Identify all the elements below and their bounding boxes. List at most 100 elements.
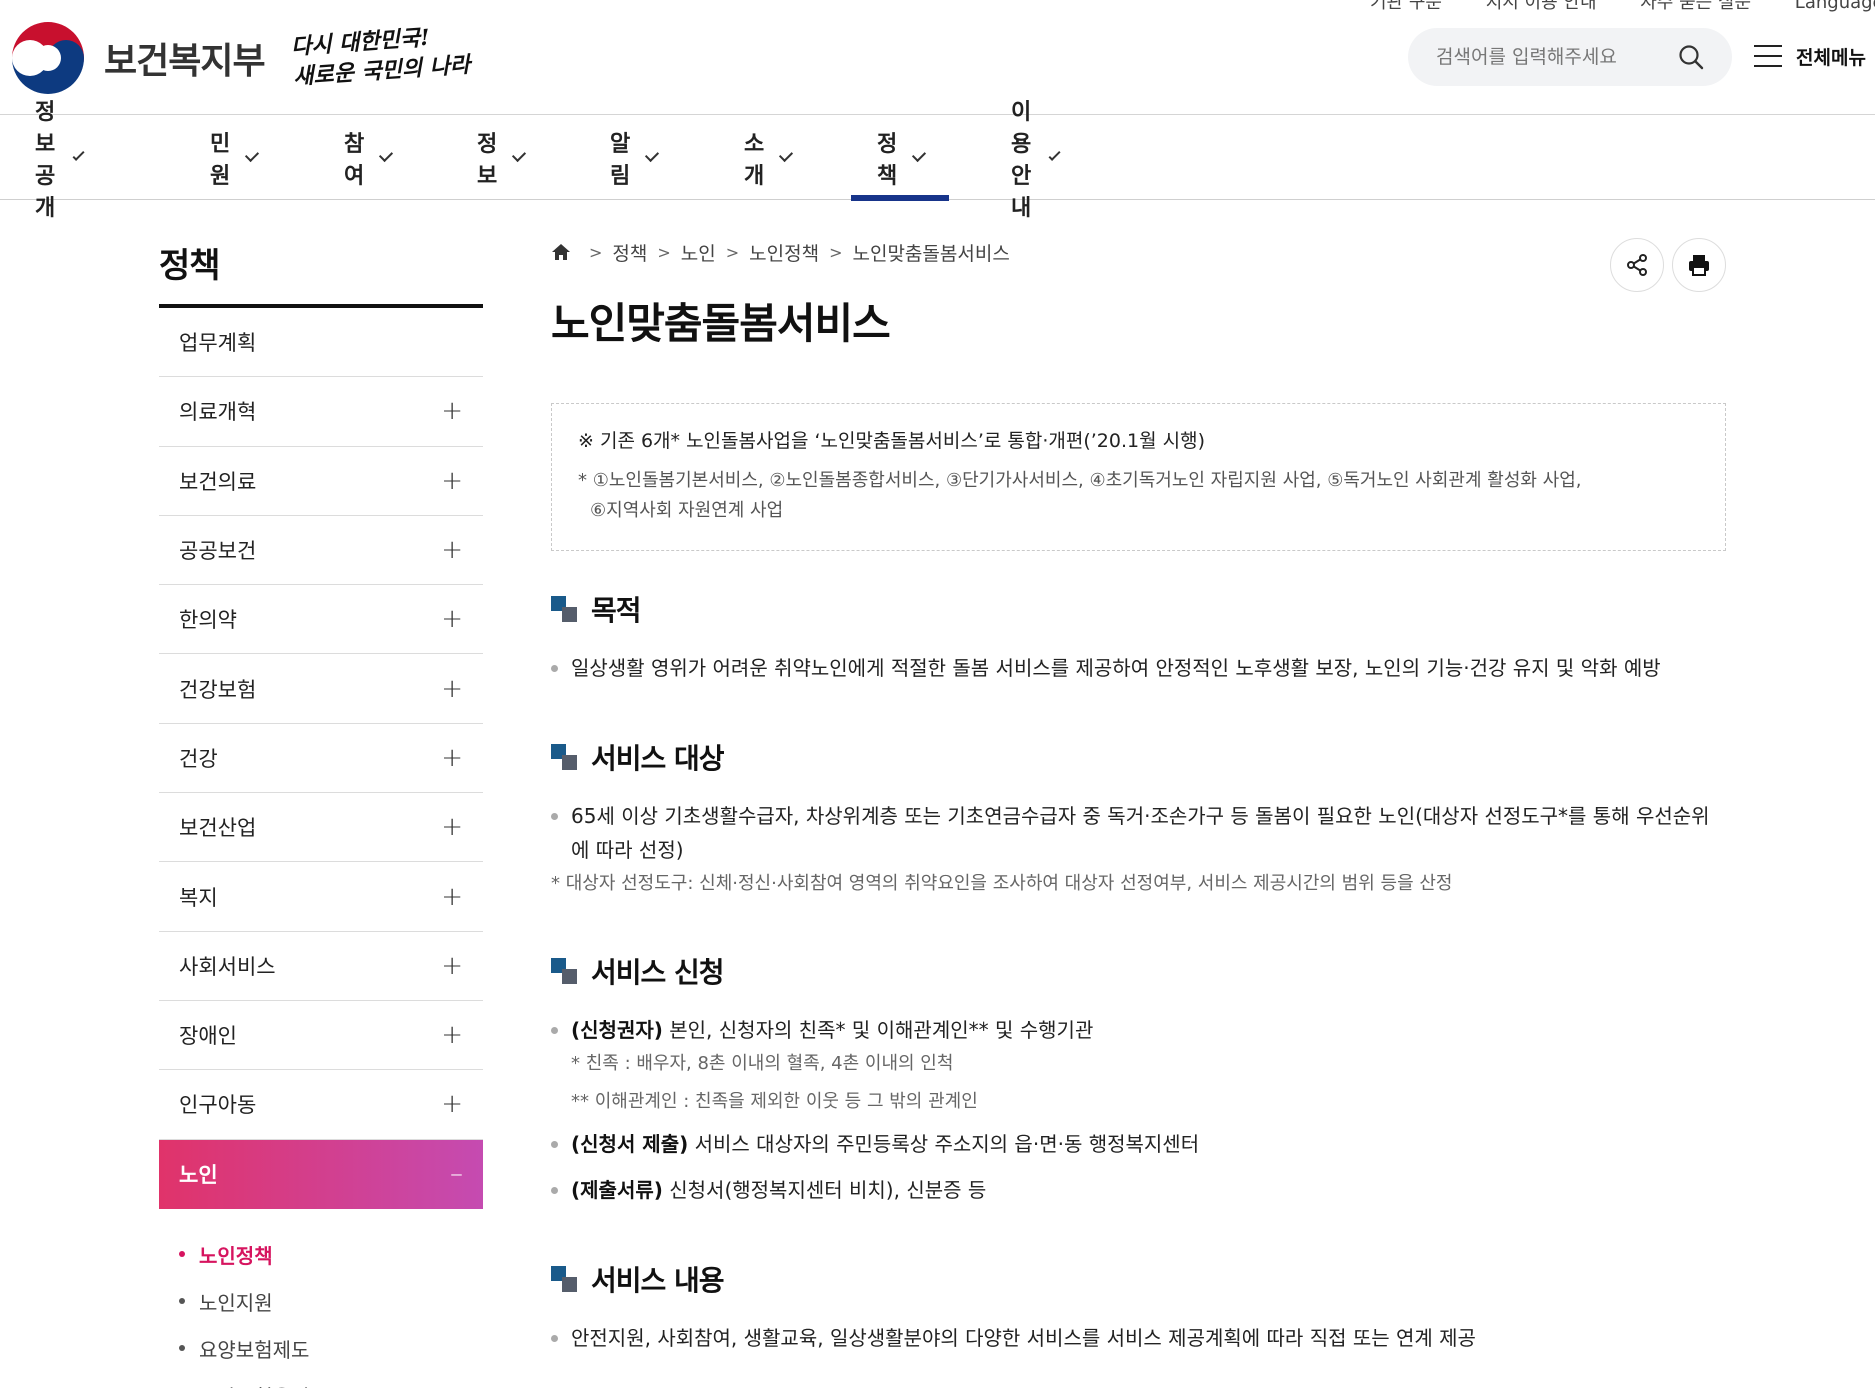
gnb-item-news[interactable]: 알림 (610, 115, 660, 200)
breadcrumb-separator: > (589, 242, 603, 262)
plus-icon: + (441, 535, 463, 566)
plus-icon: + (441, 742, 463, 773)
breadcrumb-link[interactable]: 노인정책 (749, 239, 819, 266)
breadcrumb-current[interactable]: 노인맞춤돌봄서비스 (852, 239, 1009, 266)
sidebar-item-label: 장애인 (179, 1024, 237, 1049)
gnb-item-participation[interactable]: 참여 (344, 115, 394, 200)
site-header: 보건복지부 다시 대한민국! 새로운 국민의 나라 전체메뉴 (0, 0, 1875, 115)
chevron-down-icon (512, 147, 527, 162)
plus-icon: + (441, 812, 463, 843)
breadcrumb: > 정책 > 노인 > 노인정책 > 노인맞춤돌봄서비스 (551, 238, 1726, 266)
gnb-item-policy[interactable]: 정책 (851, 115, 950, 201)
section-purpose: 목적 일상생활 영위가 어려운 취약노인에게 적절한 돌봄 서비스를 제공하여 … (551, 589, 1726, 685)
sidebar-item-label: 한의약 (179, 608, 237, 633)
submenu-item[interactable]: 노인지원 (179, 1278, 483, 1325)
breadcrumb-link[interactable]: 노인 (681, 239, 716, 266)
sidebar-item[interactable]: 복지 + (159, 862, 483, 932)
submenu-item[interactable]: 요양보험제도 (179, 1325, 483, 1372)
gnb-label: 소개 (744, 131, 765, 189)
gnb-item-guide[interactable]: 이용안내 (1011, 100, 1061, 221)
bullet-text: 신청서(행정복지센터 비치), 신분증 등 (662, 1178, 987, 1202)
sidebar-item[interactable]: 한의약 + (159, 585, 483, 655)
all-menu-button[interactable]: 전체메뉴 (1754, 40, 1866, 72)
gnb-label: 정책 (877, 131, 898, 189)
section-content: 서비스 내용 안전지원, 사회참여, 생활교육, 일상생활분야의 다양한 서비스… (551, 1259, 1726, 1355)
sidebar-item[interactable]: 보건산업 + (159, 793, 483, 863)
sidebar-item[interactable]: 사회서비스 + (159, 932, 483, 1001)
breadcrumb-link[interactable]: 정책 (612, 239, 647, 266)
page-title: 노인맞춤돌봄서비스 (551, 299, 891, 348)
footnote: * 친족 : 배우자, 8촌 이내의 혈족, 4촌 이내의 인척 (571, 1053, 954, 1074)
sidebar-item-label: 보건의료 (179, 469, 257, 494)
chevron-down-icon (72, 148, 85, 161)
gnb-item-about[interactable]: 소개 (744, 115, 794, 200)
sidebar-item-label: 공공보건 (179, 539, 257, 564)
home-icon[interactable] (551, 243, 571, 261)
section-bullet-icon (551, 958, 577, 984)
notice-sub: * ①노인돌봄기본서비스, ②노인돌봄종합서비스, ③단기가사서비스, ④초기독… (578, 466, 1699, 526)
main-navigation: 정보공개 민원 참여 정보 알림 소개 정책 이용안내 (0, 100, 1875, 221)
section-title: 서비스 신청 (591, 956, 725, 989)
gnb-item-civil[interactable]: 민원 (210, 115, 260, 200)
page-tools (1610, 238, 1726, 292)
gnb-item-information[interactable]: 정보 (477, 115, 527, 200)
gnb-label: 알림 (610, 131, 631, 189)
chevron-down-icon (912, 147, 927, 162)
sidebar-item-label: 복지 (179, 885, 218, 910)
chevron-down-icon (779, 147, 794, 162)
sidebar-item-label: 인구아동 (179, 1093, 257, 1118)
sidebar-item[interactable]: 장애인 + (159, 1001, 483, 1071)
chevron-down-icon (245, 147, 260, 162)
breadcrumb-separator: > (657, 242, 671, 262)
bullet-item: (신청권자) 본인, 신청자의 친족* 및 이해관계인** 및 수행기관 (551, 1013, 1726, 1047)
sidebar-title: 정책 (159, 246, 221, 286)
sidebar-menu: 업무계획 의료개혁 + 보건의료 + 공공보건 + 한의약 + 건강보험 + 건강 + 보건… (159, 308, 483, 1209)
gnb-label: 참여 (344, 131, 365, 189)
bullet-text: 일상생활 영위가 어려운 취약노인에게 적절한 돌봄 서비스를 제공하여 안정적… (551, 651, 1726, 685)
hamburger-icon (1754, 45, 1782, 67)
sidebar-item[interactable]: 의료개혁 + (159, 377, 483, 447)
all-menu-label: 전체메뉴 (1796, 46, 1866, 69)
chevron-down-icon (645, 147, 660, 162)
taegeuk-logo-icon[interactable] (8, 18, 88, 98)
sidebar-item[interactable]: 보건의료 + (159, 447, 483, 516)
breadcrumb-separator: > (725, 242, 740, 262)
share-icon (1627, 254, 1647, 276)
brand-name[interactable]: 보건복지부 (104, 32, 266, 84)
section-heading: 서비스 내용 (551, 1259, 1726, 1299)
notice-sub-line: * ①노인돌봄기본서비스, ②노인돌봄종합서비스, ③단기가사서비스, ④초기독… (578, 470, 1582, 491)
sidebar-item[interactable]: 업무계획 (159, 308, 483, 378)
sidebar-item-active[interactable]: 노인 – (159, 1139, 483, 1209)
bullet-text: 65세 이상 기초생활수급자, 차상위계층 또는 기초연금수급자 중 독거·조손… (551, 799, 1726, 867)
section-title: 서비스 내용 (591, 1264, 725, 1297)
footnote: * 대상자 선정도구: 신체·정신·사회참여 영역의 취약요인을 조사하여 대상… (551, 873, 1453, 894)
section-bullet-icon (551, 596, 577, 622)
section-title: 서비스 대상 (591, 742, 725, 775)
section-bullet-icon (551, 1266, 577, 1292)
print-button[interactable] (1672, 238, 1726, 292)
sidebar-item-label: 건강보험 (179, 677, 257, 702)
section-heading: 서비스 신청 (551, 951, 1726, 991)
share-button[interactable] (1610, 238, 1664, 292)
notice-main: ※ 기존 6개* 노인돌봄사업을 ‘노인맞춤돌봄서비스’로 통합·개편(’20.… (578, 430, 1205, 452)
notice-box: ※ 기존 6개* 노인돌봄사업을 ‘노인맞춤돌봄서비스’로 통합·개편(’20.… (551, 403, 1726, 551)
sidebar-item[interactable]: 공공보건 + (159, 516, 483, 586)
search-icon[interactable] (1678, 44, 1704, 70)
submenu-item-active[interactable]: 노인정책 (179, 1231, 483, 1278)
section-heading: 목적 (551, 589, 1726, 629)
plus-icon: + (441, 950, 463, 981)
bullet-text: 본인, 신청자의 친족* 및 이해관계인** 및 수행기관 (662, 1018, 1094, 1042)
sidebar-item-label: 노인 (179, 1163, 218, 1188)
plus-icon: + (441, 881, 463, 912)
sidebar-item[interactable]: 건강 + (159, 724, 483, 794)
print-icon (1689, 255, 1709, 276)
submenu-item[interactable]: 요양보험운영 (179, 1372, 483, 1388)
sidebar-item[interactable]: 건강보험 + (159, 654, 483, 724)
sidebar: 정책 업무계획 의료개혁 + 보건의료 + 공공보건 + 한의약 + 건강보험 + 건강 +… (159, 238, 483, 1388)
plus-icon: + (441, 673, 463, 704)
main-content: > 정책 > 노인 > 노인정책 > 노인맞춤돌봄서비스 노인맞춤돌봄서비스 ※… (551, 238, 1726, 1355)
sidebar-item[interactable]: 인구아동 + (159, 1070, 483, 1140)
plus-icon: + (441, 396, 463, 427)
search-input[interactable] (1436, 42, 1666, 72)
gnb-item-info-disclosure[interactable]: 정보공개 (35, 100, 85, 221)
